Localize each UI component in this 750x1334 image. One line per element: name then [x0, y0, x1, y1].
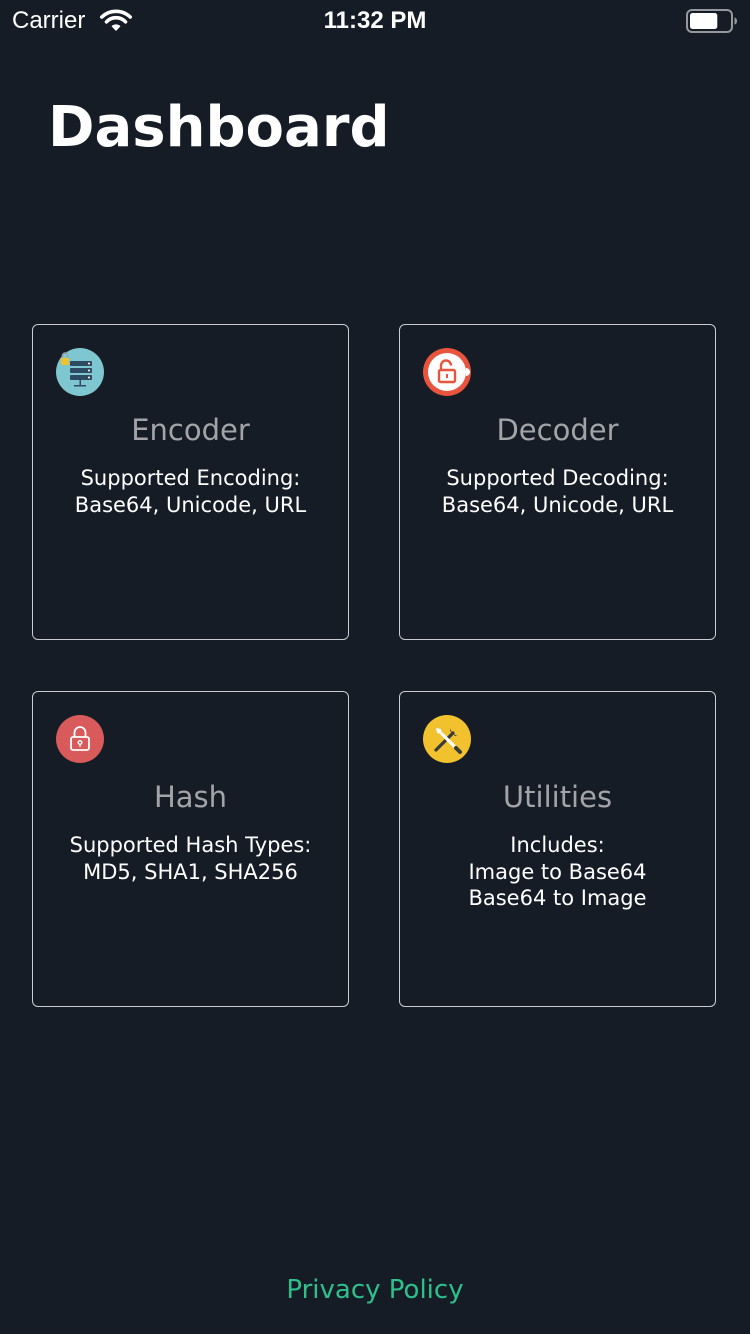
card-description: Includes: Image to Base64 Base64 to Imag… — [400, 832, 715, 912]
unlock-icon — [423, 348, 471, 396]
card-description-line: Base64, Unicode, URL — [441, 492, 674, 517]
card-description-line: Supported Hash Types: — [69, 833, 312, 857]
card-description-line: Supported Encoding: — [80, 466, 301, 490]
encoder-card[interactable]: Encoder Supported Encoding: Base64, Unic… — [32, 324, 349, 640]
card-description: Supported Encoding: Base64, Unicode, URL — [33, 465, 348, 518]
encoder-server-lock-icon — [56, 348, 104, 396]
status-time: 11:32 PM — [323, 7, 427, 34]
card-description: Supported Decoding: Base64, Unicode, URL — [400, 465, 715, 518]
card-description: Supported Hash Types: MD5, SHA1, SHA256 — [33, 832, 348, 885]
card-title: Utilities — [502, 780, 613, 814]
utilities-card[interactable]: Utilities Includes: Image to Base64 Base… — [399, 691, 716, 1007]
decoder-card[interactable]: Decoder Supported Decoding: Base64, Unic… — [399, 324, 716, 640]
card-description-line: Image to Base64 — [468, 859, 647, 884]
hash-card[interactable]: Hash Supported Hash Types: MD5, SHA1, SH… — [32, 691, 349, 1007]
card-description-line: Base64, Unicode, URL — [74, 492, 307, 517]
card-title: Encoder — [131, 413, 250, 447]
privacy-policy-link[interactable]: Privacy Policy — [0, 1272, 750, 1308]
battery-icon — [686, 9, 737, 33]
card-title: Hash — [153, 780, 228, 814]
card-title: Decoder — [496, 413, 619, 447]
page-title: Dashboard — [48, 95, 390, 160]
card-description-line: MD5, SHA1, SHA256 — [83, 859, 298, 884]
card-description-line: Includes: — [510, 833, 605, 857]
status-bar: Carrier 11:32 PM — [0, 0, 750, 40]
card-description-line: Supported Decoding: — [446, 466, 669, 490]
lock-icon — [56, 715, 104, 763]
tools-icon — [423, 715, 471, 763]
card-description-line: Base64 to Image — [468, 886, 647, 910]
